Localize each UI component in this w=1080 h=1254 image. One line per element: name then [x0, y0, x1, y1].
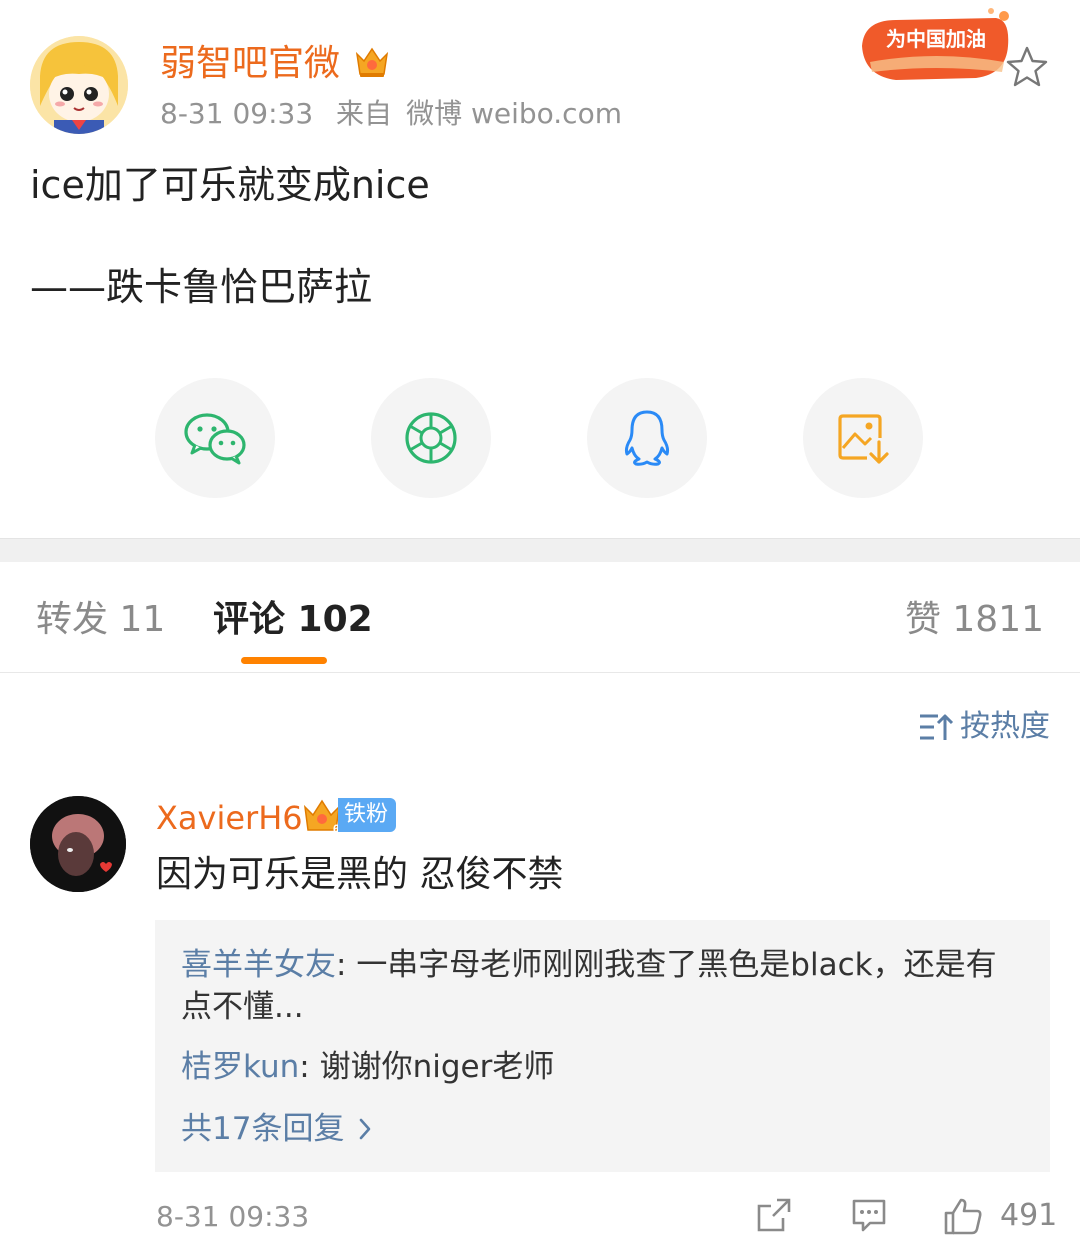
avatar-illustration — [30, 36, 128, 134]
chevron-right-icon — [360, 1118, 371, 1140]
reply-text: 一串字母老师刚刚我查了黑色是black，还是有 — [356, 947, 997, 983]
event-badge[interactable]: 为中国加油 — [856, 6, 1014, 84]
vip-crown-icon: 6 — [302, 796, 342, 840]
qq-icon — [624, 410, 670, 466]
reply-sep: : — [299, 1049, 320, 1085]
sort-icon — [920, 714, 954, 740]
comment-icon — [852, 1199, 886, 1232]
wechat-icon — [184, 413, 246, 465]
tab-reposts[interactable]: 转发 11 — [36, 596, 165, 644]
share-wechat-button[interactable] — [155, 378, 275, 498]
post-meta: 8-31 09:33 来自 微博 weibo.com — [160, 96, 636, 132]
comment-time: 8-31 09:33 — [156, 1200, 310, 1233]
sort-label: 按热度 — [960, 709, 1050, 744]
source-prefix: 来自 — [336, 97, 393, 130]
fan-badge: 铁粉 — [338, 798, 397, 832]
post-source[interactable]: 微博 weibo.com — [406, 97, 622, 130]
author-avatar[interactable] — [30, 36, 128, 134]
tab-comments[interactable]: 评论 102 — [213, 596, 373, 644]
active-tab-indicator — [241, 657, 327, 664]
reply-text: 点不懂... — [181, 989, 304, 1025]
comment-text: 因为可乐是黑的 忍俊不禁 — [156, 854, 564, 895]
commenter-avatar[interactable] — [30, 796, 126, 892]
post-text-line: ——跌卡鲁恰巴萨拉 — [30, 265, 373, 309]
comment-share-button[interactable] — [755, 1196, 793, 1238]
reply-item[interactable]: 桔罗kun: 谢谢你niger老师 — [181, 1046, 554, 1088]
section-divider — [0, 538, 1080, 562]
post-time: 8-31 09:33 — [160, 97, 314, 130]
sort-by-hot-button[interactable]: 按热度 — [918, 706, 1050, 748]
tab-likes[interactable]: 赞 1811 — [905, 596, 1044, 644]
reply-text: 谢谢你niger老师 — [319, 1049, 555, 1085]
reply-sep: : — [336, 947, 357, 983]
author-name[interactable]: 弱智吧官微 — [160, 40, 340, 88]
reply-preview-box[interactable]: 喜羊羊女友: 一串字母老师刚刚我查了黑色是black，还是有 点不懂... 桔罗… — [155, 920, 1050, 1172]
save-image-icon — [838, 414, 889, 464]
comment-reply-button[interactable] — [850, 1196, 888, 1238]
reply-item[interactable]: 喜羊羊女友: 一串字母老师刚刚我查了黑色是black，还是有 点不懂... — [181, 944, 1031, 1028]
share-moments-button[interactable] — [371, 378, 491, 498]
favorite-star-icon[interactable] — [1004, 44, 1050, 90]
comment-like-button[interactable]: 491 — [942, 1196, 1057, 1236]
thumbs-up-icon — [944, 1198, 982, 1235]
like-count: 491 — [1000, 1198, 1058, 1233]
post-text-line: ice加了可乐就变成nice — [30, 163, 430, 207]
vip-crown-icon — [354, 44, 390, 84]
share-icon — [757, 1198, 791, 1232]
moments-icon — [405, 412, 457, 464]
tab-divider — [0, 672, 1080, 673]
event-badge-text: 为中国加油 — [886, 27, 986, 51]
view-all-replies-link[interactable]: 共17条回复 — [181, 1108, 372, 1150]
reply-user[interactable]: 桔罗kun — [181, 1049, 299, 1085]
save-image-button[interactable] — [803, 378, 923, 498]
avatar-photo — [30, 796, 126, 892]
share-qq-button[interactable] — [587, 378, 707, 498]
more-replies-label: 共17条回复 — [181, 1111, 345, 1147]
commenter-name[interactable]: XavierH6 — [156, 796, 303, 840]
reply-user[interactable]: 喜羊羊女友 — [181, 947, 336, 983]
